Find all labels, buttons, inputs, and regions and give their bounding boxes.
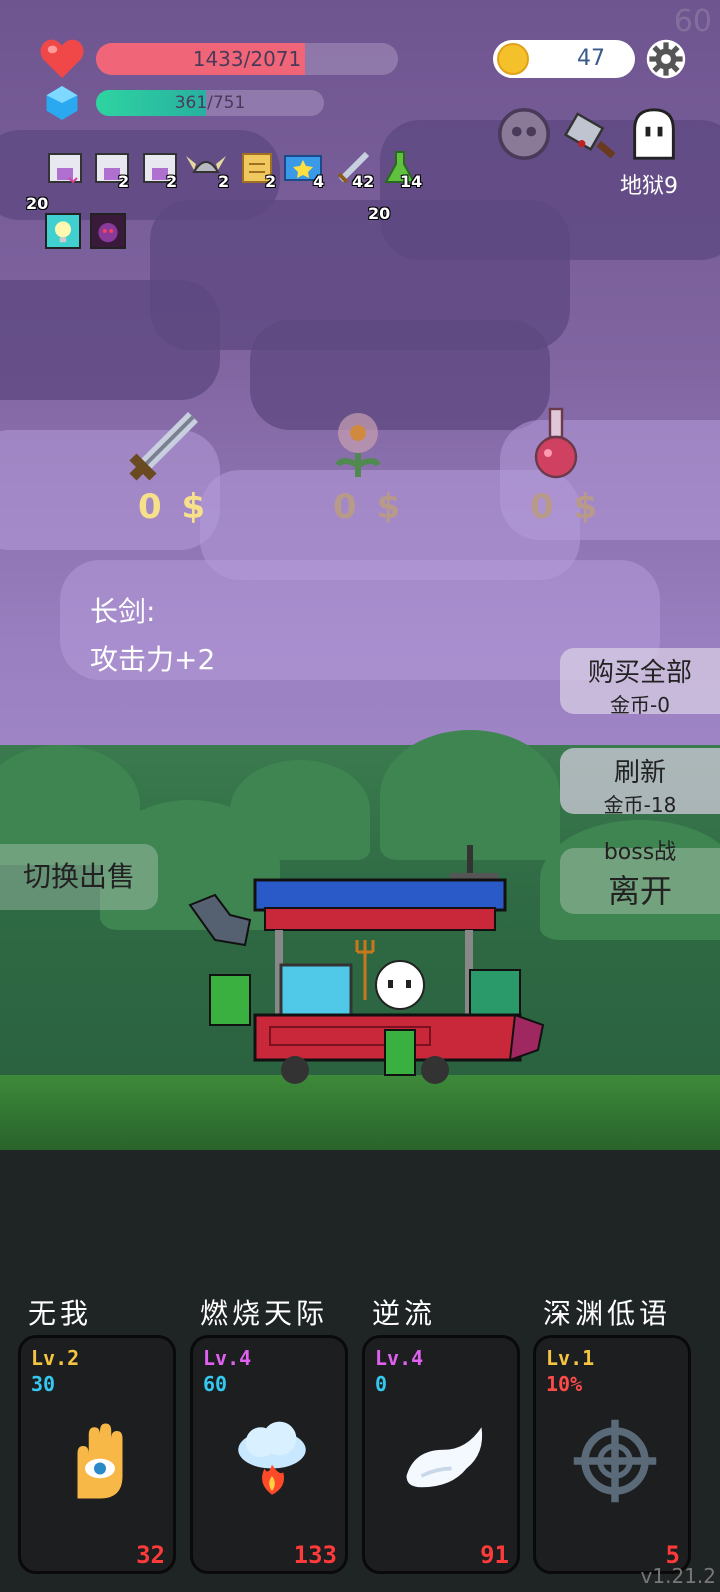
mp-text: 361/751 [174,93,246,113]
shirt-armor-icon [48,153,82,184]
stat-count-star-card: 4 [313,172,325,191]
version-label: v1.21.2 [640,1564,716,1588]
mana-gem-icon [46,86,78,120]
ghost-icon [633,108,675,160]
wing-icon [406,1427,483,1488]
hp-text: 1433/2071 [192,47,302,71]
skill-level: Lv.1 [546,1346,595,1370]
hp-bar: 1433/2071 [96,43,398,75]
skill-card-4[interactable]: Lv.1 10% 5 [533,1335,691,1574]
demon-buff-icon [90,213,126,249]
stat-count-potion: 14 [400,172,423,191]
stat-count-boots: 2 [166,172,178,191]
shop-sword-item[interactable] [125,405,205,485]
fps-counter: 60 [673,4,712,39]
stat-count-extra-mid: 20 [368,204,391,223]
boss-fight-label: boss战 [603,840,677,865]
buy-all-button[interactable]: 购买全部 金币-0 [560,648,720,717]
skill-title-1: 无我 [28,1297,93,1330]
refresh-cost: 金币-18 [603,793,677,817]
shop-potion-price: 0 $ [530,487,602,527]
skill-level: Lv.4 [375,1346,424,1370]
skill-card-3[interactable]: Lv.4 0 91 [362,1335,520,1574]
switch-sell-button[interactable]: 切换出售 [0,844,158,910]
eye-hand-icon [77,1423,123,1499]
coin-icon [497,43,529,75]
shop-flower-price: 0 $ [333,487,405,527]
skill-value: 60 [203,1372,228,1396]
stat-count-extra-left: 20 [26,194,49,213]
buy-all-cost: 金币-0 [610,693,670,717]
skill-level: Lv.2 [31,1346,80,1370]
skill-value: 10% [546,1372,583,1396]
skill-value: 30 [31,1372,56,1396]
skill-title-2: 燃烧天际 [200,1297,329,1330]
skill-count: 32 [136,1541,165,1569]
skill-title-4: 深渊低语 [543,1297,672,1330]
stat-count-helmet: 2 [218,172,230,191]
mp-bar: 361/751 [96,90,324,116]
item-description-text: 攻击力+2 [90,643,216,676]
heart-icon [40,39,84,79]
cleaver-icon [563,112,616,159]
stat-count-sword: 42 [352,172,375,191]
stat-count-pants: 2 [118,172,130,191]
refresh-label: 刷新 [613,758,666,788]
refresh-button[interactable]: 刷新 金币-18 [560,748,720,817]
fire-cloud-icon [238,1421,306,1495]
buy-all-label: 购买全部 [587,658,692,688]
skill-value: 0 [375,1372,388,1396]
shop-flower-item[interactable] [318,405,398,485]
merchant-cart [188,845,545,1084]
coin-counter: 47 [493,40,635,78]
shop-sword-price: 0 $ [138,487,210,527]
skill-card-1[interactable]: Lv.2 30 32 [18,1335,176,1574]
lightbulb-buff-icon [45,213,81,249]
skill-count: 133 [293,1541,337,1569]
dungeon-level-label: 地狱9 [620,174,678,199]
crosshair-icon [573,1419,657,1503]
skill-count: 91 [480,1541,509,1569]
skill-title-3: 逆流 [372,1297,437,1330]
skill-card-2[interactable]: Lv.4 60 133 [190,1335,348,1574]
item-description-title: 长剑: [90,595,156,628]
skill-level: Lv.4 [203,1346,252,1370]
settings-gear-icon[interactable] [645,38,687,80]
leave-label: 离开 [607,872,672,910]
ghost-skull-icon [498,108,550,160]
leave-button[interactable]: boss战 离开 [560,840,720,914]
shop-potion-item[interactable] [516,405,596,485]
stat-count-scroll: 2 [265,172,277,191]
coin-value: 47 [577,46,605,71]
